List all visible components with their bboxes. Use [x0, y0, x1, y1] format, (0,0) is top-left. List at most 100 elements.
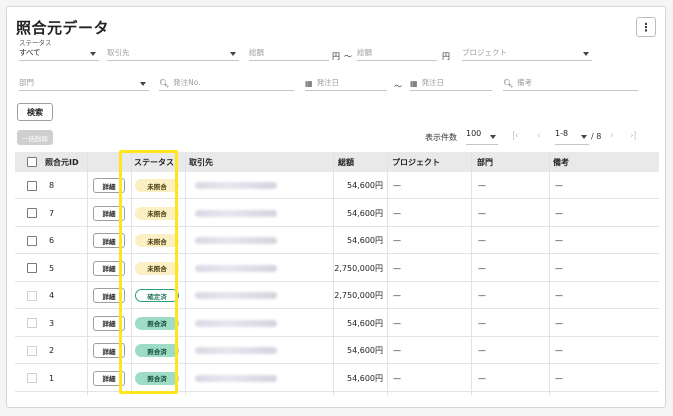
row-checkbox[interactable]	[27, 345, 37, 356]
last-page-icon[interactable]: ›|	[630, 131, 637, 141]
table-row: 2 詳細 照合済 54,600円 — — —	[15, 337, 659, 364]
row-amount: 54,600円	[347, 318, 383, 328]
row-amount: 54,600円	[347, 208, 383, 218]
column-bumon[interactable]: 部門	[477, 152, 493, 172]
column-status[interactable]: ステータス	[134, 152, 174, 172]
project-select[interactable]: プロジェクト	[462, 45, 592, 61]
search-button[interactable]: 検索	[17, 103, 53, 121]
chevron-down-icon	[490, 135, 496, 139]
status-badge: 照合済	[135, 316, 179, 330]
hacchu-no-placeholder: 発注No.	[173, 78, 201, 87]
row-project: —	[393, 263, 401, 273]
row-id: 2	[49, 346, 55, 355]
status-badge: 照合済	[135, 371, 179, 385]
row-amount: 2,750,000円	[334, 291, 383, 300]
row-amount: 54,600円	[347, 181, 383, 190]
row-bumon: —	[478, 373, 486, 383]
row-project: —	[393, 181, 401, 190]
page-select[interactable]: 1-8	[555, 129, 589, 145]
column-biko[interactable]: 備考	[553, 152, 569, 172]
biko-input[interactable]: 🔍︎ 備考	[503, 75, 638, 91]
detail-button[interactable]: 詳細	[93, 343, 125, 358]
torihikisaki-redacted	[195, 347, 277, 354]
detail-button[interactable]: 詳細	[93, 370, 125, 386]
column-amount[interactable]: 総額	[338, 152, 354, 172]
sogaku-min-input[interactable]: 総額	[249, 45, 329, 61]
hacchu-bi-to-input[interactable]: ▦ 発注日	[410, 75, 492, 91]
row-biko: —	[555, 346, 563, 355]
torihikisaki-select[interactable]: 取引先	[107, 45, 239, 61]
torihikisaki-redacted	[195, 182, 277, 189]
row-checkbox[interactable]	[27, 290, 37, 301]
torihikisaki-redacted	[195, 209, 277, 217]
column-divider	[549, 152, 550, 395]
table-row: 4 詳細 確定済 2,750,000円 — — —	[15, 282, 659, 309]
row-id: 4	[49, 291, 55, 300]
row-id: 3	[49, 318, 55, 328]
row-bumon: —	[478, 346, 486, 355]
row-id: 5	[49, 263, 55, 273]
bumon-select[interactable]: 部門	[19, 75, 149, 91]
row-checkbox[interactable]	[27, 235, 37, 246]
status-select-value: すべて	[19, 48, 41, 57]
row-checkbox[interactable]	[27, 208, 37, 218]
row-project: —	[393, 236, 401, 245]
torihikisaki-redacted	[195, 264, 277, 272]
select-all-checkbox[interactable]	[27, 157, 37, 167]
biko-placeholder: 備考	[517, 78, 533, 87]
calendar-icon: ▦	[410, 79, 418, 88]
per-page-select[interactable]: 100	[466, 129, 498, 145]
row-amount: 54,600円	[347, 236, 383, 245]
row-project: —	[393, 318, 401, 328]
search-icon: 🔍︎	[159, 79, 170, 88]
row-checkbox[interactable]	[27, 180, 37, 191]
row-checkbox[interactable]	[27, 373, 37, 383]
row-biko: —	[555, 373, 563, 383]
torihikisaki-redacted	[195, 319, 277, 327]
detail-button[interactable]: 詳細	[93, 315, 125, 331]
chevron-down-icon	[140, 82, 146, 86]
detail-button[interactable]: 詳細	[93, 260, 125, 276]
column-divider	[387, 152, 388, 395]
row-amount: 54,600円	[347, 373, 383, 383]
hacchu-no-input[interactable]: 🔍︎ 発注No.	[159, 75, 294, 91]
sogaku-max-input[interactable]: 総額	[357, 45, 437, 61]
row-checkbox[interactable]	[27, 263, 37, 273]
per-page-label: 表示件数	[425, 133, 457, 142]
row-biko: —	[555, 208, 563, 218]
prev-page-icon[interactable]: ‹	[537, 131, 541, 141]
detail-button[interactable]: 詳細	[93, 205, 125, 221]
detail-button[interactable]: 詳細	[93, 233, 125, 248]
row-biko: —	[555, 236, 563, 245]
range-tilde: 〜	[344, 52, 352, 61]
status-select[interactable]: ステータス すべて	[19, 39, 99, 61]
column-project[interactable]: プロジェクト	[392, 152, 440, 172]
column-torihikisaki[interactable]: 取引先	[189, 152, 213, 172]
detail-button[interactable]: 詳細	[93, 178, 125, 193]
row-checkbox[interactable]	[27, 318, 37, 328]
table-row: 6 詳細 未照合 54,600円 — — —	[15, 227, 659, 254]
column-divider	[333, 152, 334, 395]
page-title: 照合元データ	[16, 19, 110, 37]
column-divider	[131, 152, 132, 395]
status-badge: 確定済	[135, 289, 179, 302]
detail-button[interactable]: 詳細	[93, 288, 125, 303]
row-project: —	[393, 208, 401, 218]
row-amount: 54,600円	[347, 346, 383, 355]
hacchu-bi-from-input[interactable]: ▦ 発注日	[305, 75, 387, 91]
bulk-delete-button[interactable]: 一括削除	[17, 130, 53, 145]
table-row: 8 詳細 未照合 54,600円 — — —	[15, 172, 659, 199]
first-page-icon[interactable]: |‹	[512, 131, 519, 141]
torihikisaki-redacted	[195, 374, 277, 382]
column-id[interactable]: 照合元ID	[45, 152, 79, 172]
chevron-down-icon	[90, 52, 96, 56]
row-amount: 2,750,000円	[334, 263, 383, 273]
calendar-icon: ▦	[305, 79, 313, 88]
sogaku-max-placeholder: 総額	[357, 48, 372, 57]
more-vertical-icon[interactable]: ⋮	[636, 17, 656, 37]
status-badge: 未照合	[135, 234, 179, 247]
next-page-icon[interactable]: ›	[610, 131, 614, 141]
row-project: —	[393, 373, 401, 383]
row-biko: —	[555, 181, 563, 190]
chevron-down-icon	[583, 52, 589, 56]
